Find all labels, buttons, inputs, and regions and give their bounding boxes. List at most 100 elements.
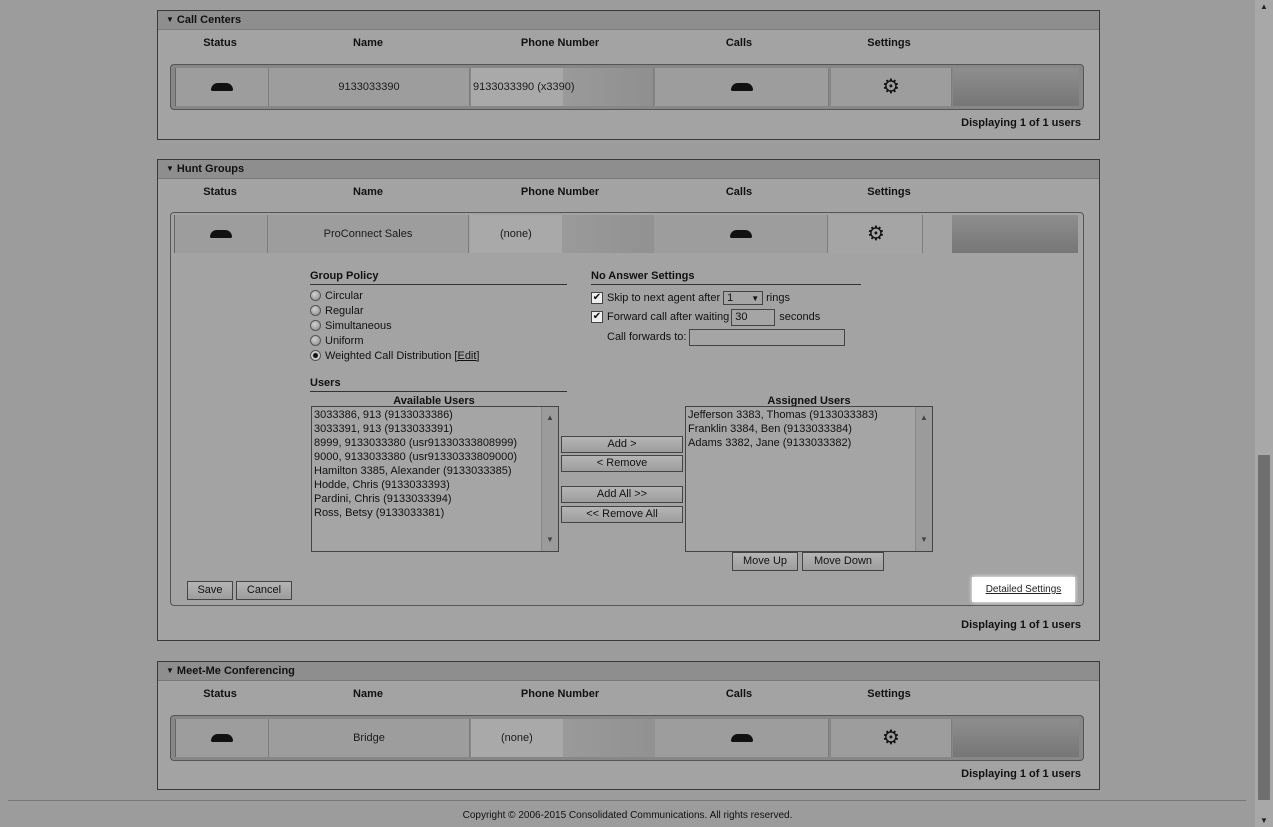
collapse-triangle-icon[interactable]: ▼ <box>166 160 174 178</box>
list-item[interactable]: 9000, 9133033380 (usr91330333809000) <box>314 450 556 464</box>
detailed-settings-link[interactable]: Detailed Settings <box>972 577 1075 602</box>
scrollbar-thumb[interactable] <box>1258 455 1270 800</box>
col-settings: Settings <box>867 37 911 49</box>
row-end-cell <box>953 68 1079 106</box>
table-row[interactable]: 9133033390 9133033390 (x3390) ⚙ <box>170 64 1084 110</box>
call-centers-header[interactable]: ▼ Call Centers <box>158 11 1099 30</box>
list-item[interactable]: Ross, Betsy (9133033381) <box>314 506 556 520</box>
collapse-triangle-icon[interactable]: ▼ <box>166 11 174 29</box>
meet-me-section: ▼ Meet-Me Conferencing Status Name Phone … <box>157 661 1100 790</box>
displaying-count: Displaying 1 of 1 users <box>961 117 1081 129</box>
collapse-triangle-icon[interactable]: ▼ <box>166 662 174 680</box>
phone-cell[interactable]: (none) <box>470 215 681 253</box>
list-item[interactable]: Hamilton 3385, Alexander (9133033385) <box>314 464 556 478</box>
status-cell[interactable] <box>174 215 268 253</box>
gear-icon[interactable]: ⚙ <box>882 728 900 748</box>
policy-circular[interactable]: Circular <box>310 288 567 303</box>
policy-weighted[interactable]: Weighted Call Distribution [Edit] <box>310 348 567 363</box>
group-policy: Group Policy Circular Regular Simultaneo… <box>310 270 567 363</box>
list-item[interactable]: 8999, 9133033380 (usr91330333808999) <box>314 436 556 450</box>
column-headers: Status Name Phone Number Calls Settings <box>158 30 1099 56</box>
phone-handset-icon <box>730 734 753 742</box>
dropdown-arrow-icon: ▼ <box>751 293 760 303</box>
radio-icon[interactable] <box>310 335 321 346</box>
meet-me-header[interactable]: ▼ Meet-Me Conferencing <box>158 662 1099 681</box>
radio-icon[interactable] <box>310 290 321 301</box>
page-scrollbar[interactable]: ▲ ▼ <box>1255 0 1273 827</box>
scroll-down-icon[interactable]: ▼ <box>920 533 928 547</box>
list-item[interactable]: 3033386, 913 (9133033386) <box>314 408 556 422</box>
scroll-down-icon[interactable]: ▼ <box>1260 816 1268 825</box>
phone-cell[interactable]: (none) <box>471 719 682 757</box>
assigned-users-list[interactable]: Jefferson 3383, Thomas (9133033383) Fran… <box>685 406 933 552</box>
col-name: Name <box>353 186 383 198</box>
rings-select[interactable]: 1 ▼ <box>723 291 764 305</box>
list-item[interactable]: Adams 3382, Jane (9133033382) <box>688 436 930 450</box>
move-up-button[interactable]: Move Up <box>732 552 798 571</box>
name-cell[interactable]: Bridge <box>269 719 470 757</box>
remove-button[interactable]: < Remove <box>561 455 683 472</box>
table-row[interactable]: ProConnect Sales (none) ⚙ <box>170 212 1082 256</box>
edit-link[interactable]: [Edit] <box>454 350 479 362</box>
section-title: Meet-Me Conferencing <box>176 665 295 677</box>
section-title: Hunt Groups <box>176 163 245 175</box>
scroll-up-icon[interactable]: ▲ <box>1260 2 1268 11</box>
available-users-list[interactable]: 3033386, 913 (9133033386) 3033391, 913 (… <box>311 406 559 552</box>
col-phone: Phone Number <box>520 186 600 198</box>
forward-checkbox[interactable]: ✔ <box>591 311 603 323</box>
scroll-down-icon[interactable]: ▼ <box>546 533 554 547</box>
settings-cell[interactable]: ⚙ <box>831 719 952 757</box>
list-item[interactable]: Jefferson 3383, Thomas (9133033383) <box>688 408 930 422</box>
col-status: Status <box>203 688 237 700</box>
calls-cell[interactable] <box>654 215 828 253</box>
cancel-button[interactable]: Cancel <box>236 581 292 600</box>
list-scrollbar[interactable]: ▲ ▼ <box>915 407 932 551</box>
list-item[interactable]: 3033391, 913 (9133033391) <box>314 422 556 436</box>
radio-icon[interactable] <box>310 305 321 316</box>
table-row[interactable]: Bridge (none) ⚙ <box>170 715 1084 761</box>
list-item[interactable]: Franklin 3384, Ben (9133033384) <box>688 422 930 436</box>
col-calls: Calls <box>725 37 753 49</box>
save-button[interactable]: Save <box>187 581 233 600</box>
footer-divider <box>8 800 1246 801</box>
settings-cell[interactable]: ⚙ <box>831 68 952 106</box>
settings-cell[interactable]: ⚙ <box>830 215 923 253</box>
list-item[interactable]: Hodde, Chris (9133033393) <box>314 478 556 492</box>
col-phone: Phone Number <box>520 688 600 700</box>
row-end-cell <box>953 719 1079 757</box>
status-cell[interactable] <box>175 68 269 106</box>
col-name: Name <box>353 688 383 700</box>
row-end-cell <box>952 215 1078 253</box>
remove-all-button[interactable]: << Remove All <box>561 506 683 523</box>
phone-cell[interactable]: 9133033390 (x3390) <box>471 68 654 106</box>
add-button[interactable]: Add > <box>561 436 683 453</box>
hunt-groups-header[interactable]: ▼ Hunt Groups <box>158 160 1099 179</box>
section-title: Call Centers <box>176 14 242 26</box>
col-calls: Calls <box>725 186 753 198</box>
gear-icon[interactable]: ⚙ <box>867 224 885 244</box>
radio-selected-icon[interactable] <box>310 350 321 361</box>
scroll-up-icon[interactable]: ▲ <box>920 411 928 425</box>
status-cell[interactable] <box>175 719 269 757</box>
forwards-to-input[interactable] <box>689 328 846 346</box>
gear-icon[interactable]: ⚙ <box>882 77 900 97</box>
radio-icon[interactable] <box>310 320 321 331</box>
policy-simultaneous[interactable]: Simultaneous <box>310 318 567 333</box>
seconds-input[interactable]: 30 <box>731 308 776 326</box>
list-scrollbar[interactable]: ▲ ▼ <box>541 407 558 551</box>
phone-handset-icon <box>730 83 753 91</box>
calls-cell[interactable] <box>655 719 829 757</box>
no-answer-settings: No Answer Settings ✔ Skip to next agent … <box>591 270 861 347</box>
add-all-button[interactable]: Add All >> <box>561 486 683 503</box>
col-status: Status <box>203 186 237 198</box>
policy-uniform[interactable]: Uniform <box>310 333 567 348</box>
name-cell[interactable]: ProConnect Sales <box>268 215 469 253</box>
policy-regular[interactable]: Regular <box>310 303 567 318</box>
scroll-up-icon[interactable]: ▲ <box>546 411 554 425</box>
move-down-button[interactable]: Move Down <box>802 552 884 571</box>
call-centers-section: ▼ Call Centers Status Name Phone Number C… <box>157 10 1100 140</box>
calls-cell[interactable] <box>655 68 829 106</box>
skip-checkbox[interactable]: ✔ <box>591 292 603 304</box>
list-item[interactable]: Pardini, Chris (9133033394) <box>314 492 556 506</box>
name-cell[interactable]: 9133033390 <box>269 68 470 106</box>
